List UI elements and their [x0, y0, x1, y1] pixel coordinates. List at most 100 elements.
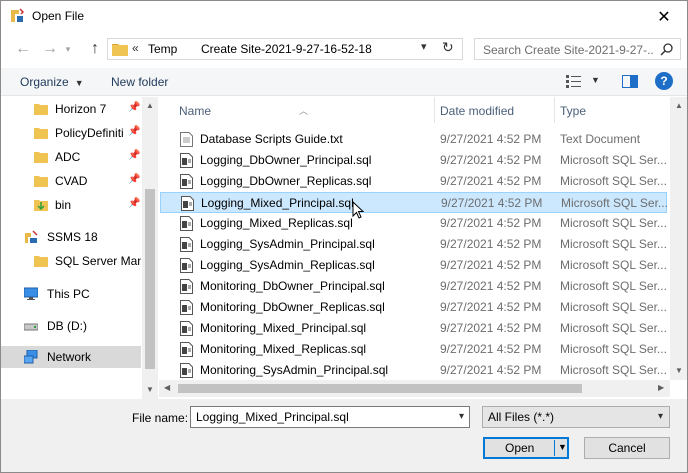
sql-file-icon: [180, 279, 193, 294]
scroll-up-icon[interactable]: ▲: [146, 101, 154, 110]
file-name: Monitoring_DbOwner_Principal.sql: [200, 279, 385, 293]
file-row[interactable]: Monitoring_DbOwner_Replicas.sql 9/27/202…: [160, 297, 667, 318]
arrow-right-icon: →: [42, 40, 58, 57]
address-overflow[interactable]: «: [132, 41, 139, 55]
scrollbar-thumb[interactable]: [178, 384, 582, 393]
column-header-label: Date modified: [440, 104, 515, 118]
search-input[interactable]: Search Create Site-2021-9-27-...: [474, 38, 681, 60]
file-list-vertical-scrollbar[interactable]: ▲ ▼: [670, 97, 687, 380]
app-icon: [11, 8, 25, 22]
file-row[interactable]: Logging_Mixed_Replicas.sql 9/27/2021 4:5…: [160, 213, 667, 234]
file-name: Logging_Mixed_Replicas.sql: [200, 216, 353, 230]
nav-item-ssms-18[interactable]: SSMS 18: [1, 226, 141, 248]
file-row[interactable]: Logging_DbOwner_Principal.sql 9/27/2021 …: [160, 150, 667, 171]
up-button[interactable]: ↑: [84, 39, 106, 59]
file-date: 9/27/2021 4:52 PM: [440, 279, 542, 293]
drive-icon: [24, 323, 38, 331]
nav-item-db-drive[interactable]: DB (D:): [1, 315, 141, 337]
breadcrumb-create-site[interactable]: Create Site-2021-9-27-16-52-18: [201, 42, 372, 56]
folder-icon: [34, 176, 48, 187]
column-header-label: Type: [560, 104, 587, 118]
forward-button[interactable]: →: [39, 39, 61, 59]
file-date: 9/27/2021 4:52 PM: [440, 174, 542, 188]
file-name: Logging_DbOwner_Principal.sql: [200, 153, 372, 167]
file-name-input[interactable]: Logging_Mixed_Principal.sql ▾: [190, 406, 470, 428]
file-row[interactable]: Monitoring_Mixed_Replicas.sql 9/27/2021 …: [160, 339, 667, 360]
file-type: Microsoft SQL Ser...: [560, 321, 667, 335]
file-date: 9/27/2021 4:52 PM: [440, 300, 542, 314]
nav-item-adc[interactable]: ADC 📌: [1, 146, 141, 168]
sql-file-icon: [180, 174, 193, 189]
dialog-footer: File name: Logging_Mixed_Principal.sql ▾…: [1, 399, 687, 472]
column-header-name[interactable]: ︿ Name: [159, 97, 434, 123]
cancel-button[interactable]: Cancel: [584, 437, 670, 459]
file-date: 9/27/2021 4:52 PM: [440, 363, 542, 377]
nav-item-cvad[interactable]: CVAD 📌: [1, 170, 141, 192]
file-type: Text Document: [560, 132, 641, 146]
organize-label: Organize: [20, 75, 69, 89]
pin-icon: 📌: [128, 174, 141, 185]
sql-file-icon: [180, 258, 193, 273]
file-type: Microsoft SQL Ser...: [560, 258, 667, 272]
folder-icon: [112, 44, 128, 56]
nav-item-sql-server-management[interactable]: SQL Server Mana: [1, 250, 141, 272]
file-row[interactable]: Monitoring_SysAdmin_Principal.sql 9/27/2…: [160, 360, 667, 381]
address-bar[interactable]: « Temp Create Site-2021-9-27-16-52-18: [107, 38, 463, 60]
recent-locations-button[interactable]: ▾: [61, 39, 75, 59]
file-type: Microsoft SQL Ser...: [561, 196, 668, 210]
scroll-down-icon[interactable]: ▼: [146, 385, 154, 394]
file-list-horizontal-scrollbar[interactable]: ◀ ▶: [159, 380, 670, 397]
file-row[interactable]: Monitoring_Mixed_Principal.sql 9/27/2021…: [160, 318, 667, 339]
nav-item-horizon-7[interactable]: Horizon 7 📌: [1, 98, 141, 120]
arrow-up-icon: ↑: [91, 40, 99, 57]
file-row[interactable]: Logging_SysAdmin_Principal.sql 9/27/2021…: [160, 234, 667, 255]
scroll-right-icon[interactable]: ▶: [658, 383, 664, 392]
help-icon[interactable]: ?: [655, 72, 673, 90]
file-row[interactable]: Logging_DbOwner_Replicas.sql 9/27/2021 4…: [160, 171, 667, 192]
back-button[interactable]: ←: [12, 39, 34, 59]
preview-pane-icon[interactable]: [622, 75, 638, 88]
column-header-date[interactable]: Date modified: [435, 97, 554, 123]
nav-item-label: SSMS 18: [47, 230, 98, 244]
address-dropdown-icon[interactable]: ▾: [421, 40, 427, 53]
file-name: Logging_SysAdmin_Replicas.sql: [200, 258, 375, 272]
file-row[interactable]: Logging_SysAdmin_Replicas.sql 9/27/2021 …: [160, 255, 667, 276]
file-type: Microsoft SQL Ser...: [560, 174, 667, 188]
view-options-icon[interactable]: [566, 74, 582, 88]
chevron-down-icon[interactable]: ▾: [459, 411, 464, 422]
scroll-down-icon[interactable]: ▼: [675, 366, 683, 375]
file-row-selected[interactable]: Logging_Mixed_Principal.sql 9/27/2021 4:…: [160, 192, 668, 219]
nav-item-label: DB (D:): [47, 319, 87, 333]
refresh-icon[interactable]: ↻: [442, 39, 454, 56]
file-type: Microsoft SQL Ser...: [560, 363, 667, 377]
sql-file-icon: [180, 342, 193, 357]
scroll-left-icon[interactable]: ◀: [164, 383, 170, 392]
navigation-scrollbar[interactable]: ▲ ▼: [142, 97, 158, 399]
file-type-select[interactable]: All Files (*.*) ▾: [482, 406, 670, 428]
file-row[interactable]: Database Scripts Guide.txt 9/27/2021 4:5…: [160, 129, 667, 150]
file-type-value: All Files (*.*): [488, 410, 555, 424]
nav-item-network[interactable]: Network: [1, 346, 141, 368]
sql-file-icon: [180, 363, 193, 378]
folder-download-icon: [34, 200, 48, 211]
scroll-up-icon[interactable]: ▲: [675, 101, 683, 110]
file-row[interactable]: Monitoring_DbOwner_Principal.sql 9/27/20…: [160, 276, 667, 297]
organize-button[interactable]: Organize ▼: [20, 75, 84, 89]
column-header-type[interactable]: Type: [555, 97, 667, 123]
view-dropdown-icon[interactable]: ▼: [591, 75, 600, 85]
sql-file-icon: [180, 321, 193, 336]
nav-item-this-pc[interactable]: This PC: [1, 283, 141, 305]
open-button-label: Open: [505, 441, 535, 455]
close-icon: ✕: [657, 8, 671, 26]
open-options-icon[interactable]: ▼: [558, 442, 567, 452]
breadcrumb-temp[interactable]: Temp: [148, 42, 177, 56]
pin-icon: 📌: [128, 198, 141, 209]
close-button[interactable]: ✕: [641, 1, 687, 32]
file-name: Monitoring_SysAdmin_Principal.sql: [200, 363, 389, 377]
title-bar: Open File ✕: [1, 1, 687, 32]
open-button[interactable]: Open ▼: [483, 437, 569, 459]
scrollbar-thumb[interactable]: [145, 189, 155, 369]
nav-item-bin[interactable]: bin 📌: [1, 194, 141, 216]
nav-item-policydefinitions[interactable]: PolicyDefiniti 📌: [1, 122, 141, 144]
new-folder-button[interactable]: New folder: [111, 75, 168, 89]
